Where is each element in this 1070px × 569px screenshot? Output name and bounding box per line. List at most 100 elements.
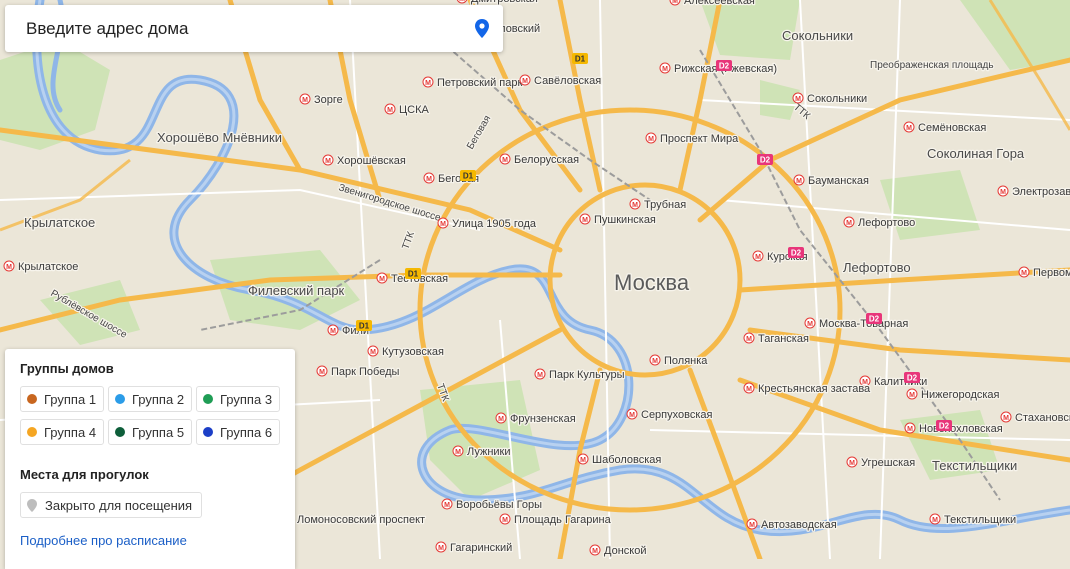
svg-text:М: М <box>906 125 912 132</box>
group-chip-6[interactable]: Группа 6 <box>196 419 280 445</box>
rail-badge: D2 <box>936 420 952 431</box>
svg-text:М: М <box>325 158 331 165</box>
district-label: Крылатское <box>24 215 95 230</box>
metro-station-label: Петровский парк <box>437 77 523 89</box>
svg-text:М: М <box>522 78 528 85</box>
svg-text:М: М <box>932 517 938 524</box>
group-label: Группа 3 <box>220 391 273 407</box>
svg-text:М: М <box>6 264 12 271</box>
metro-station-label: Бауманская <box>808 175 869 187</box>
metro-station-label: Ломоносовский проспект <box>297 514 425 526</box>
metro-station-label: Шаболовская <box>592 454 661 466</box>
metro-station: М Новохохловская <box>904 422 1004 436</box>
metro-station-label: Донской <box>604 545 646 557</box>
rail-badge: D1 <box>405 268 421 279</box>
metro-station-label: Нижегородская <box>921 389 1000 401</box>
legend-panel: Группы домов Группа 1 Группа 2 Группа 3 … <box>5 349 295 569</box>
svg-text:М: М <box>379 276 385 283</box>
address-search-input[interactable] <box>26 18 473 39</box>
metro-station: М Автозаводская <box>746 518 838 532</box>
metro-station-label: Полянка <box>664 355 708 367</box>
svg-text:М: М <box>672 0 678 5</box>
svg-text:М: М <box>755 254 761 261</box>
metro-station: М Петровский парк <box>422 76 524 90</box>
svg-text:М: М <box>330 328 336 335</box>
metro-station-label: Зорге <box>314 94 343 106</box>
svg-text:М: М <box>459 0 465 3</box>
svg-text:М: М <box>455 449 461 456</box>
closed-places-chip[interactable]: Закрыто для посещения <box>20 492 203 518</box>
metro-station-label: Таганская <box>758 333 809 345</box>
group-color-dot <box>27 394 37 404</box>
svg-text:М: М <box>629 412 635 419</box>
metro-station-label: Лужники <box>467 446 511 458</box>
rail-badge: D2 <box>716 60 732 71</box>
rail-badge: D2 <box>757 154 773 165</box>
group-chip-1[interactable]: Группа 1 <box>20 386 104 412</box>
svg-text:М: М <box>580 457 586 464</box>
metro-station-label: Проспект Мира <box>660 133 739 145</box>
svg-text:М: М <box>749 522 755 529</box>
svg-text:М: М <box>1000 189 1006 196</box>
metro-station-label: Площадь Гагарина <box>514 514 612 526</box>
group-chip-2[interactable]: Группа 2 <box>108 386 192 412</box>
group-label: Группа 5 <box>132 424 185 440</box>
metro-station-label: Семёновская <box>918 122 986 134</box>
schedule-link[interactable]: Подробнее про расписание <box>20 533 187 548</box>
metro-station-label: Текстильщики <box>944 514 1016 526</box>
metro-station: М Зорге <box>299 93 344 107</box>
svg-text:М: М <box>648 136 654 143</box>
svg-text:М: М <box>498 416 504 423</box>
address-search-box <box>5 5 503 52</box>
svg-text:М: М <box>592 548 598 555</box>
svg-text:М: М <box>319 369 325 376</box>
group-color-dot <box>203 394 213 404</box>
metro-station-label: Электрозаводская <box>1012 186 1070 198</box>
metro-station-label: Савёловская <box>534 75 601 87</box>
group-label: Группа 4 <box>44 424 97 440</box>
district-label: Лефортово <box>843 260 911 275</box>
svg-text:D1: D1 <box>463 172 474 181</box>
district-label: Преображенская площадь <box>870 59 994 71</box>
district-label: Хорошёво Мнёвники <box>157 130 282 145</box>
city-label: Москва <box>614 270 690 295</box>
svg-text:D2: D2 <box>907 374 918 383</box>
metro-station: М Москва-Товарная <box>804 317 910 331</box>
metro-station: МЛомоносовский проспект <box>282 513 426 527</box>
rail-badge: D1 <box>460 170 476 181</box>
group-chip-5[interactable]: Группа 5 <box>108 419 192 445</box>
metro-station-label: Парк Культуры <box>549 369 625 381</box>
metro-station-label: Крестьянская застава <box>758 383 871 395</box>
group-color-dot <box>115 394 125 404</box>
svg-text:D1: D1 <box>575 55 586 64</box>
metro-station-label: Стахановская <box>1015 412 1070 424</box>
metro-station-label: Хорошёвская <box>337 155 406 167</box>
svg-text:М: М <box>795 96 801 103</box>
svg-text:М: М <box>502 157 508 164</box>
svg-text:М: М <box>370 349 376 356</box>
metro-station: М Крестьянская застава <box>743 382 872 396</box>
svg-text:М: М <box>632 202 638 209</box>
svg-text:М: М <box>746 386 752 393</box>
metro-station-label: Парк Победы <box>331 366 400 378</box>
svg-text:М: М <box>662 66 668 73</box>
metro-station-label: Белорусская <box>514 154 579 166</box>
metro-station-label: Трубная <box>644 199 686 211</box>
group-chip-4[interactable]: Группа 4 <box>20 419 104 445</box>
group-label: Группа 1 <box>44 391 97 407</box>
group-chip-3[interactable]: Группа 3 <box>196 386 280 412</box>
location-pin-icon[interactable] <box>473 18 491 40</box>
svg-text:D2: D2 <box>939 422 950 431</box>
svg-text:М: М <box>746 336 752 343</box>
group-color-dot <box>115 427 125 437</box>
groups-title: Группы домов <box>20 361 114 376</box>
metro-station-label: Лефортово <box>858 217 915 229</box>
svg-text:М: М <box>444 502 450 509</box>
svg-text:D1: D1 <box>408 270 419 279</box>
metro-station-label: Улица 1905 года <box>452 218 537 230</box>
metro-station-label: Крылатское <box>18 261 78 273</box>
group-label: Группа 6 <box>220 424 273 440</box>
svg-text:М: М <box>849 460 855 467</box>
rail-badge: D1 <box>572 53 588 64</box>
rail-badge: D2 <box>866 313 882 324</box>
